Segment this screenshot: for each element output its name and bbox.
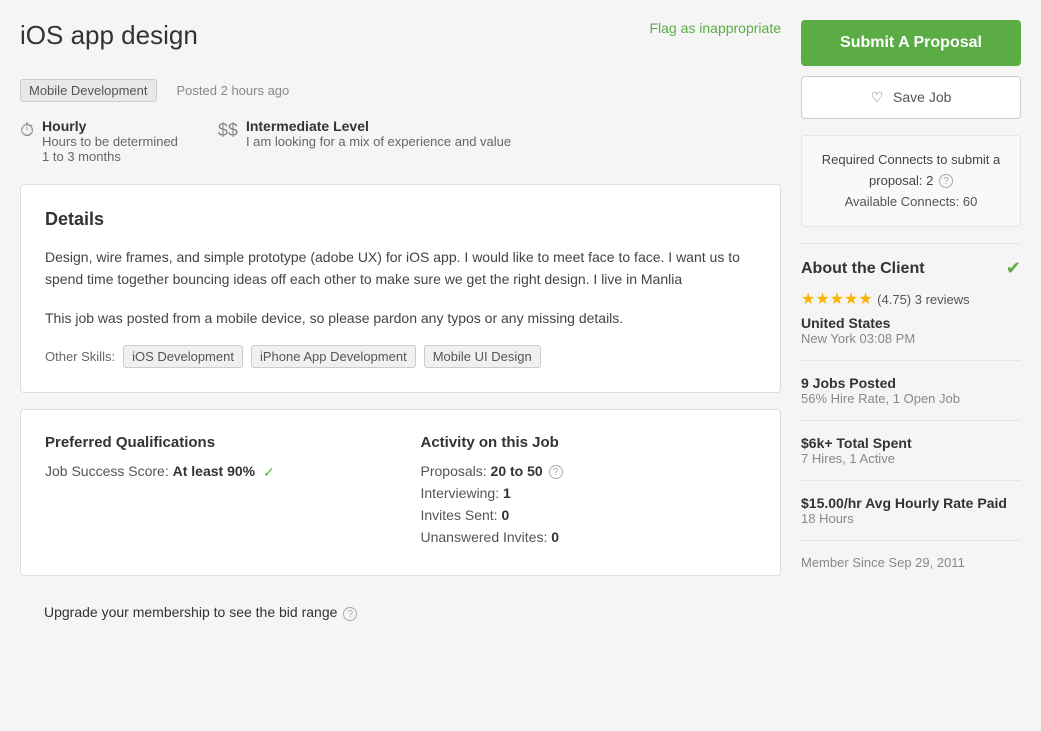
total-spent-detail: 7 Hires, 1 Active	[801, 451, 1021, 466]
interviewing-value: 1	[503, 485, 511, 501]
client-reviews: 3 reviews	[915, 292, 970, 307]
upgrade-membership-row: Upgrade your membership to see the bid r…	[20, 592, 781, 632]
sidebar-divider-3	[801, 420, 1021, 421]
unanswered-label: Unanswered Invites:	[421, 529, 548, 545]
total-spent-stat: $6k+ Total Spent 7 Hires, 1 Active	[801, 435, 1021, 466]
category-badge[interactable]: Mobile Development	[20, 79, 157, 102]
connects-help-icon[interactable]: ?	[939, 174, 953, 188]
save-job-label: Save Job	[893, 89, 951, 105]
save-job-button[interactable]: ♡ Save Job	[801, 76, 1021, 119]
heart-icon: ♡	[871, 89, 884, 105]
qualifications-title: Preferred Qualifications	[45, 434, 381, 451]
job-type-sub1: Hours to be determined	[42, 134, 178, 149]
skill-tag-iphone-app[interactable]: iPhone App Development	[251, 345, 416, 368]
job-success-value: At least 90%	[173, 463, 255, 479]
skill-tag-ios-dev[interactable]: iOS Development	[123, 345, 243, 368]
upgrade-help-icon[interactable]: ?	[343, 607, 357, 621]
sidebar-divider-5	[801, 540, 1021, 541]
details-card: Details Design, wire frames, and simple …	[20, 184, 781, 393]
job-type-label: Hourly	[42, 118, 178, 134]
job-level-label: Intermediate Level	[246, 118, 511, 134]
client-country: United States	[801, 315, 1021, 331]
connects-box: Required Connects to submit a proposal: …	[801, 135, 1021, 227]
posted-time: Posted 2 hours ago	[177, 83, 290, 98]
upgrade-text: Upgrade your membership to see the bid r…	[44, 604, 337, 620]
sidebar-divider-2	[801, 360, 1021, 361]
invites-sent-row: Invites Sent: 0	[421, 507, 757, 523]
proposals-label: Proposals:	[421, 463, 487, 479]
proposals-help-icon[interactable]: ?	[549, 465, 563, 479]
job-success-label: Job Success Score:	[45, 463, 169, 479]
proposals-row: Proposals: 20 to 50 ?	[421, 463, 757, 479]
job-type-item: ⏱ Hourly Hours to be determined 1 to 3 m…	[20, 118, 178, 164]
member-since-text: Member Since Sep 29, 2011	[801, 555, 1021, 570]
verified-checkmark-icon: ✔	[1006, 258, 1021, 279]
client-country-row: United States New York 03:08 PM	[801, 315, 1021, 346]
avg-rate-label: $15.00/hr Avg Hourly Rate Paid	[801, 495, 1021, 511]
total-spent-label: $6k+ Total Spent	[801, 435, 1021, 451]
job-info-row: ⏱ Hourly Hours to be determined 1 to 3 m…	[20, 118, 781, 164]
dollar-icon: $$	[218, 120, 238, 141]
clock-icon: ⏱	[20, 120, 34, 141]
sidebar-divider-4	[801, 480, 1021, 481]
flag-inappropriate-link[interactable]: Flag as inappropriate	[649, 20, 781, 36]
jobs-posted-label: 9 Jobs Posted	[801, 375, 1021, 391]
avg-rate-stat: $15.00/hr Avg Hourly Rate Paid 18 Hours	[801, 495, 1021, 526]
job-level-sub: I am looking for a mix of experience and…	[246, 134, 511, 149]
avg-rate-detail: 18 Hours	[801, 511, 1021, 526]
job-success-row: Job Success Score: At least 90% ✓	[45, 463, 381, 481]
connects-required-text: Required Connects to submit a proposal: …	[816, 150, 1006, 192]
submit-proposal-button[interactable]: Submit A Proposal	[801, 20, 1021, 66]
skill-tag-mobile-ui[interactable]: Mobile UI Design	[424, 345, 541, 368]
preferred-qualifications-section: Preferred Qualifications Job Success Sco…	[45, 434, 381, 551]
other-skills-row: Other Skills: iOS Development iPhone App…	[45, 345, 756, 368]
other-skills-label: Other Skills:	[45, 349, 115, 364]
interviewing-label: Interviewing:	[421, 485, 500, 501]
unanswered-value: 0	[551, 529, 559, 545]
about-client-section: About the Client ✔ ★★★★★ (4.75) 3 review…	[801, 258, 1021, 570]
job-meta-row: Mobile Development Posted 2 hours ago	[20, 79, 781, 102]
job-type-sub2: 1 to 3 months	[42, 149, 178, 164]
jobs-posted-stat: 9 Jobs Posted 56% Hire Rate, 1 Open Job	[801, 375, 1021, 406]
invites-sent-value: 0	[501, 507, 509, 523]
connects-available-text: Available Connects: 60	[816, 192, 1006, 213]
about-client-title: About the Client	[801, 260, 925, 278]
invites-sent-label: Invites Sent:	[421, 507, 498, 523]
details-title: Details	[45, 209, 756, 230]
proposals-value: 20 to 50	[491, 463, 543, 479]
sidebar: Submit A Proposal ♡ Save Job Required Co…	[801, 20, 1021, 633]
activity-qualifications-card: Preferred Qualifications Job Success Sco…	[20, 409, 781, 576]
activity-title: Activity on this Job	[421, 434, 757, 451]
description-paragraph-2: This job was posted from a mobile device…	[45, 307, 756, 329]
client-stars: ★★★★★ (4.75) 3 reviews	[801, 289, 1021, 309]
client-rating-text: (4.75) 3 reviews	[877, 292, 970, 307]
check-circle-icon: ✓	[263, 464, 275, 481]
jobs-posted-detail: 56% Hire Rate, 1 Open Job	[801, 391, 1021, 406]
about-client-header: About the Client ✔	[801, 258, 1021, 279]
description-paragraph-1: Design, wire frames, and simple prototyp…	[45, 246, 756, 291]
client-city-time: New York 03:08 PM	[801, 331, 1021, 346]
unanswered-invites-row: Unanswered Invites: 0	[421, 529, 757, 545]
activity-section: Activity on this Job Proposals: 20 to 50…	[421, 434, 757, 551]
sidebar-divider-1	[801, 243, 1021, 244]
interviewing-row: Interviewing: 1	[421, 485, 757, 501]
job-title: iOS app design	[20, 20, 198, 51]
job-level-item: $$ Intermediate Level I am looking for a…	[218, 118, 511, 164]
